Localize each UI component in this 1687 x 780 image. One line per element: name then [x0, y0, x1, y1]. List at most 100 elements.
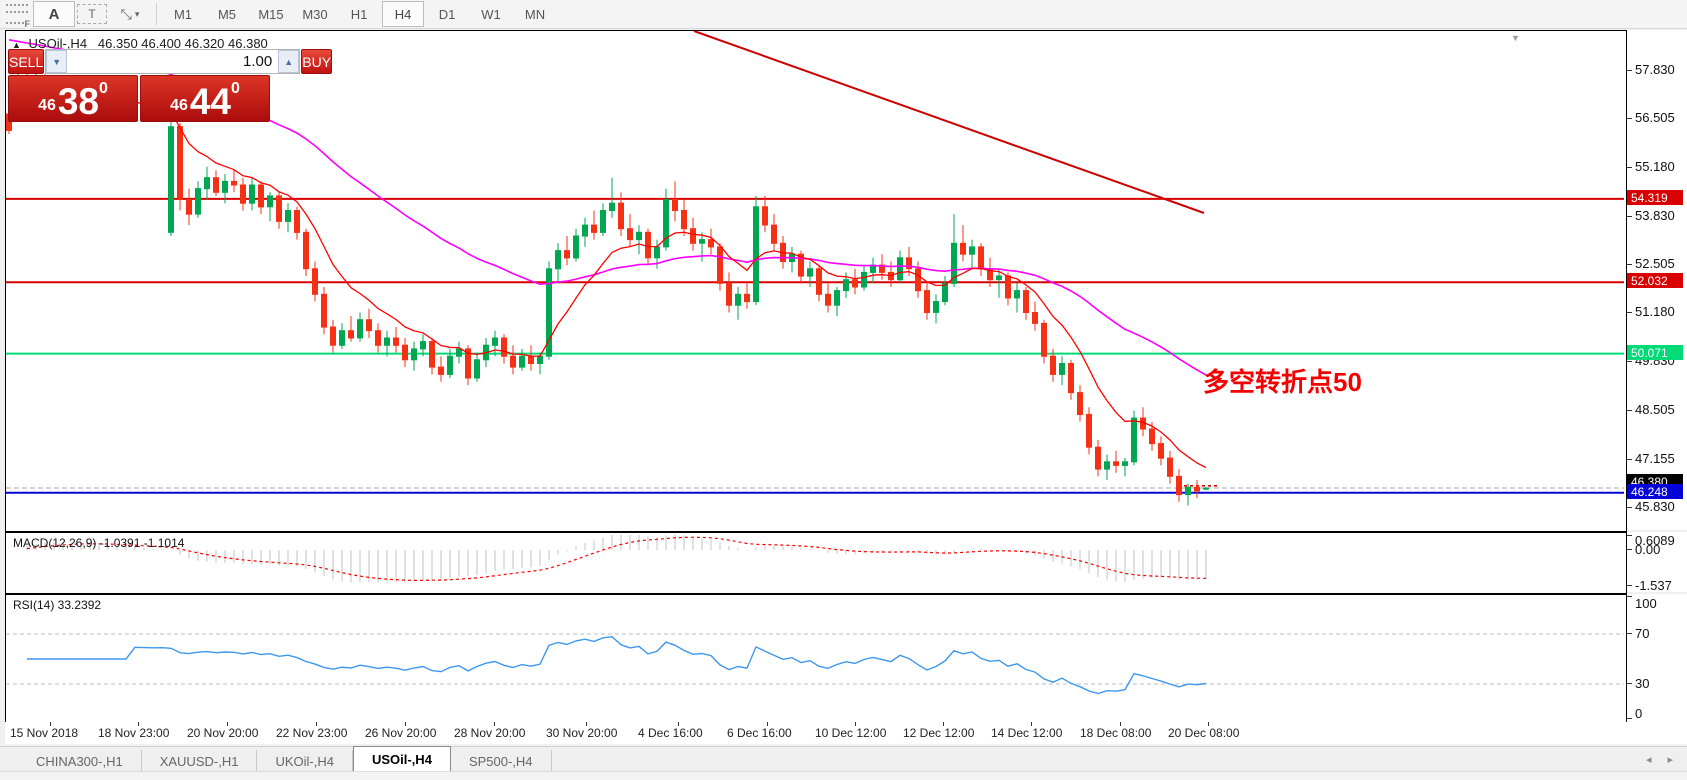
- volume-increase-button[interactable]: ▲: [278, 50, 299, 73]
- time-tick-label: 14 Dec 12:00: [991, 726, 1062, 740]
- chart-tab-usoil-h4[interactable]: USOil-,H4: [353, 746, 451, 772]
- price-tick: [1627, 507, 1632, 508]
- chart-tab-bar: CHINA300-,H1XAUUSD-,H1UKOil-,H4USOil-,H4…: [0, 746, 1687, 772]
- timeframe-button-h1[interactable]: H1: [338, 1, 380, 27]
- chart-tab-xauusd-h1[interactable]: XAUUSD-,H1: [142, 750, 258, 772]
- price-tick: [1627, 410, 1632, 411]
- one-click-trading-panel: SELL ▼ ▲ BUY 46 38 0 46 44 0: [8, 49, 271, 122]
- timeframe-button-w1[interactable]: W1: [470, 1, 512, 27]
- sell-price-big: 38: [58, 85, 99, 119]
- price-tick: [1627, 118, 1632, 119]
- sell-price-sup: 0: [99, 80, 108, 98]
- buy-price-big: 44: [190, 85, 231, 119]
- time-tick-label: 28 Nov 20:00: [454, 726, 525, 740]
- time-tick-label: 4 Dec 16:00: [638, 726, 703, 740]
- tabs-host: CHINA300-,H1XAUUSD-,H1UKOil-,H4USOil-,H4…: [18, 746, 552, 772]
- buy-price-sup: 0: [231, 80, 240, 98]
- price-tick-label: 48.505: [1635, 402, 1675, 417]
- price-tick: [1627, 70, 1632, 71]
- rsi-tick-label: 100: [1635, 596, 1657, 611]
- time-tick-label: 10 Dec 12:00: [815, 726, 886, 740]
- price-tick: [1627, 167, 1632, 168]
- sell-price-prefix: 46: [38, 97, 56, 115]
- timeframe-group: M1M5M15M30H1H4D1W1MN: [161, 1, 557, 27]
- price-tick: [1627, 361, 1632, 362]
- rsi-tick: [1627, 683, 1632, 684]
- text-a-tool-button[interactable]: A: [33, 1, 75, 27]
- timeframe-button-d1[interactable]: D1: [426, 1, 468, 27]
- drawing-tools-button[interactable]: ⤡▾: [109, 1, 151, 27]
- rsi-label: RSI(14) 33.2392: [13, 598, 101, 612]
- sell-price-box[interactable]: 46 38 0: [8, 75, 138, 122]
- level-price-badge: 46.248: [1627, 484, 1683, 499]
- macd-chart-canvas: [6, 533, 1624, 591]
- price-scale[interactable]: 57.83056.50555.18053.83052.50551.18049.8…: [1627, 30, 1687, 530]
- sell-button[interactable]: SELL: [8, 49, 44, 74]
- grid-f-icon[interactable]: F: [6, 4, 28, 24]
- rsi-tick: [1627, 718, 1632, 719]
- level-price-badge: 52.032: [1627, 273, 1683, 288]
- chart-text-annotation: 多空转折点50: [1203, 362, 1362, 399]
- time-tick-label: 12 Dec 12:00: [903, 726, 974, 740]
- macd-tick-label: -1.537: [1635, 578, 1672, 593]
- text-label-tool-button[interactable]: T: [77, 4, 107, 24]
- time-axis[interactable]: 15 Nov 2018 18 Nov 23:00 20 Nov 20:00 22 No…: [5, 722, 1687, 744]
- volume-input[interactable]: [67, 50, 278, 73]
- time-tick-label: 20 Nov 20:00: [187, 726, 258, 740]
- rsi-tick-label: 70: [1635, 626, 1649, 641]
- timeframe-button-m30[interactable]: M30: [294, 1, 336, 27]
- chevron-down-icon: ▾: [135, 9, 140, 20]
- price-tick: [1627, 312, 1632, 313]
- timeframe-button-mn[interactable]: MN: [514, 1, 556, 27]
- price-tick-label: 47.155: [1635, 451, 1675, 466]
- price-tick-label: 52.505: [1635, 256, 1675, 271]
- timeframe-button-m15[interactable]: M15: [250, 1, 292, 27]
- chart-shift-marker-icon[interactable]: ▼: [1511, 33, 1520, 43]
- top-toolbar: F A T ⤡▾ M1M5M15M30H1H4D1W1MN: [0, 0, 1687, 29]
- tab-scroll-right-icon[interactable]: ▸: [1667, 753, 1673, 766]
- volume-decrease-button[interactable]: ▼: [46, 50, 67, 73]
- macd-tick: [1627, 549, 1632, 550]
- tab-scroll-left-icon[interactable]: ◂: [1646, 753, 1652, 766]
- buy-button[interactable]: BUY: [301, 49, 332, 74]
- price-tick-label: 51.180: [1635, 304, 1675, 319]
- rsi-tick-label: 30: [1635, 676, 1649, 691]
- timeframe-button-h4[interactable]: H4: [382, 1, 424, 27]
- volume-stepper: ▼ ▲: [45, 49, 300, 74]
- macd-label: MACD(12,26,9) -1.0391 -1.1014: [13, 536, 184, 550]
- time-tick-label: 26 Nov 20:00: [365, 726, 436, 740]
- time-tick-label: 6 Dec 16:00: [727, 726, 792, 740]
- time-tick-label: 18 Dec 08:00: [1080, 726, 1151, 740]
- buy-price-prefix: 46: [170, 97, 188, 115]
- macd-tick: [1627, 535, 1632, 536]
- timeframe-button-m5[interactable]: M5: [206, 1, 248, 27]
- timeframe-button-m1[interactable]: M1: [162, 1, 204, 27]
- status-strip: [0, 771, 1687, 780]
- rsi-tick-label: 0: [1635, 706, 1642, 721]
- toolbar-separator: [156, 3, 157, 25]
- chart-tab-china300-h1[interactable]: CHINA300-,H1: [18, 750, 142, 772]
- price-tick-label: 57.830: [1635, 62, 1675, 77]
- level-price-badge: 50.071: [1627, 345, 1683, 360]
- price-tick: [1627, 264, 1632, 265]
- level-price-badge: 54.319: [1627, 190, 1683, 205]
- buy-price-box[interactable]: 46 44 0: [140, 75, 270, 122]
- chart-tab-ukoil-h4[interactable]: UKOil-,H4: [257, 750, 353, 772]
- price-tick-label: 45.830: [1635, 499, 1675, 514]
- rsi-indicator-panel[interactable]: RSI(14) 33.2392: [5, 594, 1627, 724]
- time-tick-label: 22 Nov 23:00: [276, 726, 347, 740]
- price-tick-label: 53.830: [1635, 208, 1675, 223]
- rsi-tick: [1627, 596, 1632, 597]
- macd-indicator-panel[interactable]: MACD(12,26,9) -1.0391 -1.1014: [5, 532, 1627, 594]
- rsi-tick: [1627, 633, 1632, 634]
- price-tick-label: 55.180: [1635, 159, 1675, 174]
- rsi-chart-canvas: [6, 595, 1624, 721]
- chart-tab-sp500-h4[interactable]: SP500-,H4: [451, 750, 552, 772]
- tab-scroll-arrows: ◂ ▸: [1646, 747, 1673, 772]
- macd-tick-label: 0.00: [1635, 542, 1660, 557]
- price-tick: [1627, 216, 1632, 217]
- time-tick-label: 18 Nov 23:00: [98, 726, 169, 740]
- macd-scale: 0.60890.00-1.537: [1627, 532, 1687, 592]
- time-tick-label: 15 Nov 2018: [10, 726, 78, 740]
- price-tick-label: 56.505: [1635, 110, 1675, 125]
